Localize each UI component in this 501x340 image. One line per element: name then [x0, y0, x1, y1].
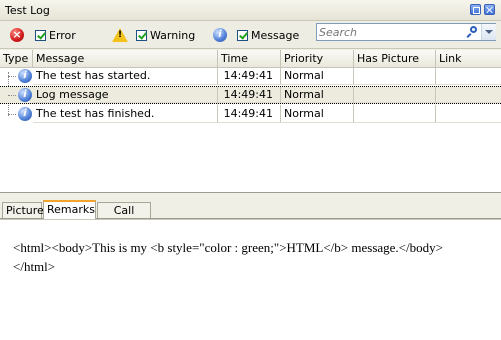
info-icon: i: [213, 28, 227, 42]
table-row[interactable]: i The test has started. 14:49:41 Normal: [0, 67, 501, 85]
row-link: [436, 105, 501, 123]
table-row-selected[interactable]: i Log message 14:49:41 Normal: [0, 86, 501, 104]
error-filter-toggle[interactable]: Error: [35, 27, 76, 43]
tab-call-stack[interactable]: Call Stack: [97, 202, 151, 233]
search-box[interactable]: [316, 23, 496, 41]
row-priority: Normal: [281, 67, 354, 85]
panel-titlebar: Test Log: [0, 0, 501, 21]
remarks-panel: <html><body>This is my <b style="color :…: [0, 219, 501, 340]
tree-connector: [8, 114, 16, 115]
row-link: [436, 67, 501, 85]
log-grid: Type Message Time Priority Has Picture L…: [0, 50, 501, 193]
tree-connector: [8, 76, 16, 77]
column-header-time[interactable]: Time: [218, 50, 281, 67]
close-icon[interactable]: [484, 4, 495, 15]
row-message: The test has finished.: [33, 105, 218, 123]
search-icon[interactable]: [467, 25, 479, 39]
row-message: Log message: [33, 87, 218, 103]
column-header-type[interactable]: Type: [0, 50, 33, 67]
warning-checkbox[interactable]: [136, 29, 147, 41]
filter-toolbar: × Error ! Warning i Message: [0, 21, 501, 49]
remarks-text: <html><body>This is my <b style="color :…: [13, 240, 443, 274]
row-time: 14:49:41: [218, 67, 281, 85]
error-icon: ×: [10, 28, 24, 42]
row-priority: Normal: [281, 87, 354, 103]
tab-remarks[interactable]: Remarks: [43, 200, 96, 219]
column-header-priority[interactable]: Priority: [281, 50, 354, 67]
message-filter[interactable]: i: [213, 27, 227, 43]
table-row[interactable]: i The test has finished. 14:49:41 Normal: [0, 105, 501, 123]
warning-filter[interactable]: !: [112, 27, 128, 43]
row-has-picture: [354, 105, 436, 123]
info-icon: i: [18, 88, 32, 102]
search-input[interactable]: [319, 25, 464, 39]
message-filter-toggle[interactable]: Message: [237, 27, 299, 43]
detail-tabs: Picture Remarks Call Stack: [0, 200, 501, 233]
message-checkbox[interactable]: [237, 29, 248, 41]
restore-icon[interactable]: [470, 4, 481, 15]
row-message: The test has started.: [33, 67, 218, 85]
row-time: 14:49:41: [218, 87, 281, 103]
info-icon: i: [18, 107, 32, 121]
grid-header: Type Message Time Priority Has Picture L…: [0, 50, 501, 68]
tree-connector: [8, 95, 16, 96]
warning-filter-label: Warning: [150, 28, 196, 42]
message-filter-label: Message: [251, 28, 300, 42]
row-priority: Normal: [281, 105, 354, 123]
error-checkbox[interactable]: [35, 29, 46, 41]
row-has-picture: [354, 87, 436, 103]
info-icon: i: [18, 69, 32, 83]
row-has-picture: [354, 67, 436, 85]
row-time: 14:49:41: [218, 105, 281, 123]
row-link: [436, 87, 501, 103]
error-filter[interactable]: ×: [10, 27, 24, 43]
warning-filter-toggle[interactable]: Warning: [136, 27, 195, 43]
tab-picture[interactable]: Picture: [2, 202, 44, 218]
chevron-down-icon[interactable]: [481, 24, 496, 40]
column-header-message[interactable]: Message: [33, 50, 218, 67]
warning-icon: !: [112, 28, 128, 42]
column-header-has-picture[interactable]: Has Picture: [354, 50, 436, 67]
panel-title: Test Log: [5, 4, 50, 17]
error-filter-label: Error: [49, 28, 76, 42]
column-header-link[interactable]: Link: [436, 50, 501, 67]
